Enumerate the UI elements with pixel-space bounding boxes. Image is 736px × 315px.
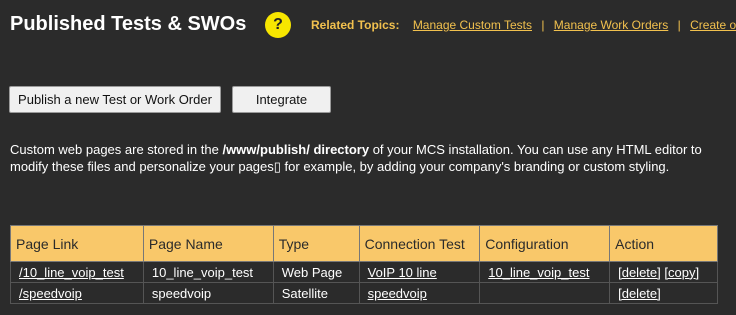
column-header-configuration: Configuration: [479, 225, 611, 262]
type-cell: Web Page: [272, 261, 360, 283]
delete-link[interactable]: [delete]: [618, 286, 661, 301]
connection-test-link[interactable]: speedvoip: [368, 286, 427, 301]
manage-custom-tests-link[interactable]: Manage Custom Tests: [413, 18, 532, 32]
page-name-cell: 10_line_voip_test: [142, 261, 274, 283]
configuration-cell: [479, 282, 611, 304]
integrate-button[interactable]: Integrate: [232, 86, 331, 113]
page-link-cell: /speedvoip: [10, 282, 144, 304]
separator: |: [541, 18, 545, 32]
page-link-cell: /10_line_voip_test: [10, 261, 144, 283]
column-header-page-link: Page Link: [10, 225, 144, 262]
delete-link[interactable]: [delete]: [618, 265, 661, 280]
connection-test-link[interactable]: VoIP 10 line: [368, 265, 437, 280]
description-part: Custom web pages are stored in the: [10, 142, 223, 157]
column-header-connection-test: Connection Test: [358, 225, 481, 262]
create-link[interactable]: Create or r: [690, 18, 736, 32]
page-name-cell: speedvoip: [142, 282, 274, 304]
separator: |: [677, 18, 681, 32]
copy-link[interactable]: [copy]: [664, 265, 699, 280]
action-cell: [delete]: [609, 282, 718, 304]
page-link[interactable]: /10_line_voip_test: [19, 265, 124, 280]
column-header-type: Type: [272, 225, 360, 262]
table-row: /speedvoip speedvoip Satellite speedvoip…: [10, 282, 718, 304]
action-cell: [delete] [copy]: [609, 261, 718, 283]
table-row: /10_line_voip_test 10_line_voip_test Web…: [10, 261, 718, 283]
page-title: Published Tests & SWOs: [10, 13, 247, 35]
table-header-row: Page Link Page Name Type Connection Test…: [10, 225, 718, 262]
connection-test-cell: speedvoip: [358, 282, 481, 304]
related-topics: Related Topics: Manage Custom Tests | Ma…: [311, 18, 736, 32]
configuration-cell: 10_line_voip_test: [479, 261, 611, 283]
publish-new-button[interactable]: Publish a new Test or Work Order: [9, 86, 221, 113]
description-path: /www/publish/ directory: [222, 142, 370, 157]
page-link[interactable]: /speedvoip: [19, 286, 82, 301]
column-header-page-name: Page Name: [142, 225, 274, 262]
type-cell: Satellite: [272, 282, 360, 304]
help-icon[interactable]: ?: [265, 12, 291, 38]
manage-work-orders-link[interactable]: Manage Work Orders: [554, 18, 669, 32]
configuration-link[interactable]: 10_line_voip_test: [488, 265, 589, 280]
related-topics-label: Related Topics:: [311, 18, 400, 32]
published-tests-table: Page Link Page Name Type Connection Test…: [10, 225, 718, 304]
description-text: Custom web pages are stored in the /www/…: [10, 141, 728, 175]
column-header-action: Action: [609, 225, 718, 262]
connection-test-cell: VoIP 10 line: [358, 261, 481, 283]
